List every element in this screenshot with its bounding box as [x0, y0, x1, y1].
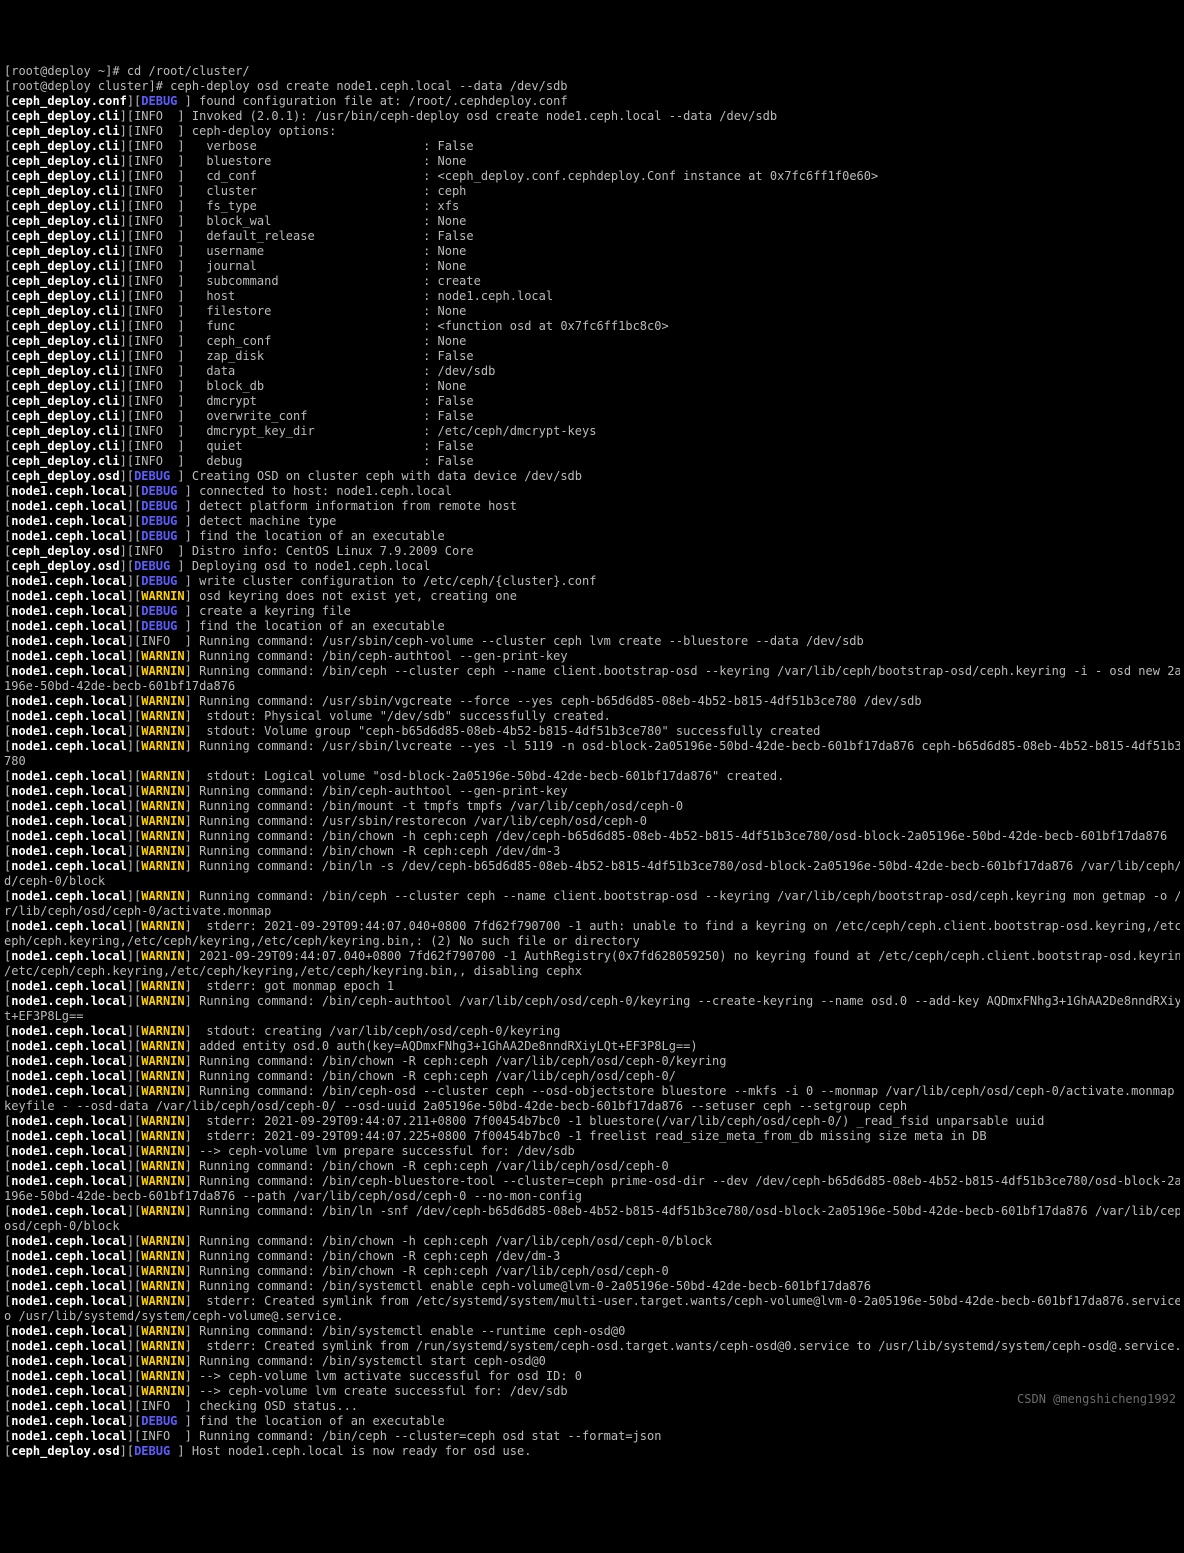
- log-line: [node1.ceph.local][WARNIN] Running comma…: [4, 1249, 1180, 1264]
- log-line: [node1.ceph.local][INFO ] checking OSD s…: [4, 1399, 1180, 1414]
- log-line: [node1.ceph.local][WARNIN] --> ceph-volu…: [4, 1144, 1180, 1159]
- log-line-continuation: /etc/ceph/ceph.keyring,/etc/ceph/keyring…: [4, 964, 1180, 979]
- log-line: [node1.ceph.local][DEBUG ] detect platfo…: [4, 499, 1180, 514]
- log-line: [ceph_deploy.cli][INFO ] default_release…: [4, 229, 1180, 244]
- log-line: [node1.ceph.local][WARNIN] Running comma…: [4, 994, 1180, 1009]
- log-line-continuation: keyfile - --osd-data /var/lib/ceph/osd/c…: [4, 1099, 1180, 1114]
- log-line: [node1.ceph.local][WARNIN] stdout: Logic…: [4, 769, 1180, 784]
- log-line: [ceph_deploy.cli][INFO ] data : /dev/sdb: [4, 364, 1180, 379]
- log-line: [node1.ceph.local][WARNIN] Running comma…: [4, 1354, 1180, 1369]
- log-line: [ceph_deploy.cli][INFO ] bluestore : Non…: [4, 154, 1180, 169]
- log-line: [node1.ceph.local][WARNIN] stdout: Physi…: [4, 709, 1180, 724]
- log-line: [ceph_deploy.osd][DEBUG ] Deploying osd …: [4, 559, 1180, 574]
- log-line: [node1.ceph.local][DEBUG ] detect machin…: [4, 514, 1180, 529]
- log-line-continuation: 196e-50bd-42de-becb-601bf17da876 --path …: [4, 1189, 1180, 1204]
- log-line: [node1.ceph.local][WARNIN] stderr: 2021-…: [4, 1129, 1180, 1144]
- log-line: [ceph_deploy.cli][INFO ] Invoked (2.0.1)…: [4, 109, 1180, 124]
- log-line: [node1.ceph.local][WARNIN] Running comma…: [4, 1234, 1180, 1249]
- log-line: [ceph_deploy.cli][INFO ] journal : None: [4, 259, 1180, 274]
- log-line-continuation: eph/ceph.keyring,/etc/ceph/keyring,/etc/…: [4, 934, 1180, 949]
- log-line: [node1.ceph.local][WARNIN] stderr: Creat…: [4, 1294, 1180, 1309]
- log-line: [ceph_deploy.conf][DEBUG ] found configu…: [4, 94, 1180, 109]
- log-line: [node1.ceph.local][WARNIN] Running comma…: [4, 739, 1180, 754]
- log-line: [node1.ceph.local][WARNIN] osd keyring d…: [4, 589, 1180, 604]
- log-line: [node1.ceph.local][WARNIN] Running comma…: [4, 859, 1180, 874]
- log-line: [ceph_deploy.osd][INFO ] Distro info: Ce…: [4, 544, 1180, 559]
- log-line: [node1.ceph.local][INFO ] Running comman…: [4, 634, 1180, 649]
- log-line: [ceph_deploy.cli][INFO ] block_db : None: [4, 379, 1180, 394]
- log-line-continuation: o /usr/lib/systemd/system/ceph-volume@.s…: [4, 1309, 1180, 1324]
- log-line: [ceph_deploy.cli][INFO ] ceph_conf : Non…: [4, 334, 1180, 349]
- log-line: [node1.ceph.local][WARNIN] Running comma…: [4, 784, 1180, 799]
- log-line: [node1.ceph.local][WARNIN] Running comma…: [4, 1204, 1180, 1219]
- log-line: [ceph_deploy.cli][INFO ] overwrite_conf …: [4, 409, 1180, 424]
- log-line: [ceph_deploy.cli][INFO ] subcommand : cr…: [4, 274, 1180, 289]
- log-line: [ceph_deploy.osd][DEBUG ] Creating OSD o…: [4, 469, 1180, 484]
- log-line: [node1.ceph.local][WARNIN] Running comma…: [4, 649, 1180, 664]
- log-line: [node1.ceph.local][DEBUG ] write cluster…: [4, 574, 1180, 589]
- log-line: [node1.ceph.local][WARNIN] Running comma…: [4, 1264, 1180, 1279]
- log-line: [ceph_deploy.cli][INFO ] ceph-deploy opt…: [4, 124, 1180, 139]
- log-line: [node1.ceph.local][DEBUG ] find the loca…: [4, 619, 1180, 634]
- log-line: [node1.ceph.local][DEBUG ] find the loca…: [4, 529, 1180, 544]
- log-line: [node1.ceph.local][WARNIN] stdout: creat…: [4, 1024, 1180, 1039]
- log-line: [node1.ceph.local][WARNIN] Running comma…: [4, 1279, 1180, 1294]
- log-line: [node1.ceph.local][WARNIN] Running comma…: [4, 829, 1180, 844]
- log-line: [node1.ceph.local][WARNIN] --> ceph-volu…: [4, 1369, 1180, 1384]
- log-line: [node1.ceph.local][WARNIN] Running comma…: [4, 814, 1180, 829]
- log-line: [ceph_deploy.cli][INFO ] dmcrypt_key_dir…: [4, 424, 1180, 439]
- log-line: [ceph_deploy.cli][INFO ] host : node1.ce…: [4, 289, 1180, 304]
- log-line: [ceph_deploy.cli][INFO ] cd_conf : <ceph…: [4, 169, 1180, 184]
- log-line: [ceph_deploy.cli][INFO ] filestore : Non…: [4, 304, 1180, 319]
- log-line: [node1.ceph.local][WARNIN] Running comma…: [4, 1159, 1180, 1174]
- log-line: [node1.ceph.local][WARNIN] Running comma…: [4, 799, 1180, 814]
- log-line: [ceph_deploy.cli][INFO ] fs_type : xfs: [4, 199, 1180, 214]
- log-line: [node1.ceph.local][DEBUG ] create a keyr…: [4, 604, 1180, 619]
- log-line: [ceph_deploy.cli][INFO ] func : <functio…: [4, 319, 1180, 334]
- log-line: [ceph_deploy.cli][INFO ] zap_disk : Fals…: [4, 349, 1180, 364]
- log-line-continuation: t+EF3P8Lg==: [4, 1009, 1180, 1024]
- log-line: [node1.ceph.local][INFO ] Running comman…: [4, 1429, 1180, 1444]
- log-line: [node1.ceph.local][WARNIN] Running comma…: [4, 889, 1180, 904]
- log-line: [node1.ceph.local][WARNIN] Running comma…: [4, 844, 1180, 859]
- log-line: [node1.ceph.local][DEBUG ] connected to …: [4, 484, 1180, 499]
- log-line: [node1.ceph.local][WARNIN] --> ceph-volu…: [4, 1384, 1180, 1399]
- shell-prompt[interactable]: [root@deploy ~]# cd /root/cluster/: [4, 64, 1180, 79]
- terminal-output: [root@deploy ~]# cd /root/cluster/[root@…: [4, 64, 1180, 1459]
- log-line: [node1.ceph.local][WARNIN] stderr: 2021-…: [4, 1114, 1180, 1129]
- log-line: [node1.ceph.local][WARNIN] Running comma…: [4, 664, 1180, 679]
- log-line-continuation: d/ceph-0/block: [4, 874, 1180, 889]
- log-line: [node1.ceph.local][WARNIN] Running comma…: [4, 1174, 1180, 1189]
- log-line: [node1.ceph.local][DEBUG ] find the loca…: [4, 1414, 1180, 1429]
- log-line: [ceph_deploy.osd][DEBUG ] Host node1.cep…: [4, 1444, 1180, 1459]
- log-line: [ceph_deploy.cli][INFO ] quiet : False: [4, 439, 1180, 454]
- log-line: [node1.ceph.local][WARNIN] 2021-09-29T09…: [4, 949, 1180, 964]
- log-line: [ceph_deploy.cli][INFO ] block_wal : Non…: [4, 214, 1180, 229]
- log-line: [node1.ceph.local][WARNIN] Running comma…: [4, 1084, 1180, 1099]
- shell-prompt[interactable]: [root@deploy cluster]# ceph-deploy osd c…: [4, 79, 1180, 94]
- log-line-continuation: osd/ceph-0/block: [4, 1219, 1180, 1234]
- log-line: [node1.ceph.local][WARNIN] stderr: 2021-…: [4, 919, 1180, 934]
- log-line: [node1.ceph.local][WARNIN] Running comma…: [4, 694, 1180, 709]
- log-line: [ceph_deploy.cli][INFO ] cluster : ceph: [4, 184, 1180, 199]
- log-line: [node1.ceph.local][WARNIN] Running comma…: [4, 1054, 1180, 1069]
- log-line: [node1.ceph.local][WARNIN] stderr: got m…: [4, 979, 1180, 994]
- log-line: [node1.ceph.local][WARNIN] stdout: Volum…: [4, 724, 1180, 739]
- log-line: [node1.ceph.local][WARNIN] stderr: Creat…: [4, 1339, 1180, 1354]
- log-line: [ceph_deploy.cli][INFO ] verbose : False: [4, 139, 1180, 154]
- log-line-continuation: 780: [4, 754, 1180, 769]
- log-line-continuation: r/lib/ceph/osd/ceph-0/activate.monmap: [4, 904, 1180, 919]
- log-line: [node1.ceph.local][WARNIN] added entity …: [4, 1039, 1180, 1054]
- log-line: [ceph_deploy.cli][INFO ] debug : False: [4, 454, 1180, 469]
- log-line: [ceph_deploy.cli][INFO ] username : None: [4, 244, 1180, 259]
- watermark: CSDN @mengshicheng1992: [1017, 1392, 1176, 1407]
- log-line: [ceph_deploy.cli][INFO ] dmcrypt : False: [4, 394, 1180, 409]
- log-line: [node1.ceph.local][WARNIN] Running comma…: [4, 1069, 1180, 1084]
- log-line-continuation: 196e-50bd-42de-becb-601bf17da876: [4, 679, 1180, 694]
- log-line: [node1.ceph.local][WARNIN] Running comma…: [4, 1324, 1180, 1339]
